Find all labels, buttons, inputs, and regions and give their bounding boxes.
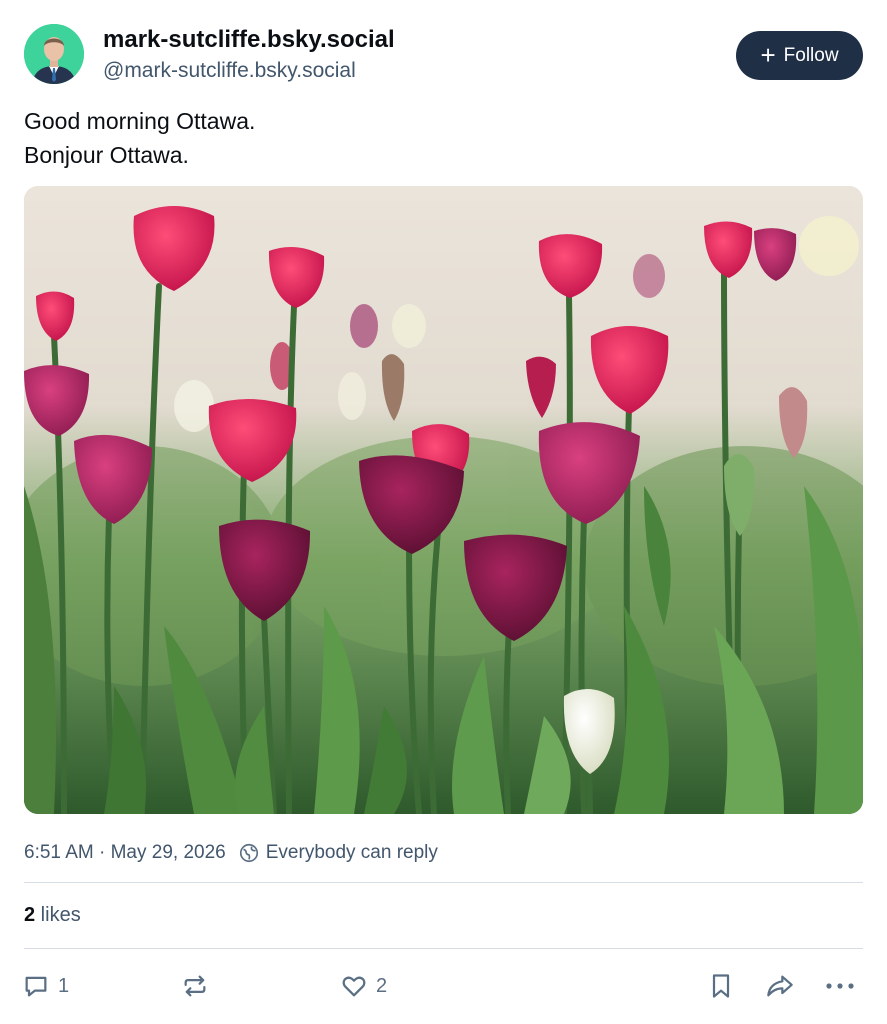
repost-icon [181,972,209,1000]
reply-button[interactable]: 1 [22,968,69,1004]
post-time[interactable]: 6:51 AM [24,842,94,864]
avatar[interactable] [24,24,84,84]
post-meta: 6:51 AM · May 29, 2026 Everybody can rep… [24,838,438,868]
repost-button[interactable] [181,968,217,1004]
share-icon [764,972,796,1000]
author-display-name[interactable]: mark-sutcliffe.bsky.social [103,24,395,56]
divider [24,882,863,883]
avatar-image [24,24,84,84]
likes-label: likes [35,904,81,926]
post-image[interactable] [24,186,863,814]
likes-number: 2 [24,904,36,926]
heart-icon [340,972,368,1000]
tulip-photo [24,186,863,814]
reply-count: 1 [58,974,70,997]
author-handle[interactable]: @mark-sutcliffe.bsky.social [103,56,356,86]
follow-button-label: Follow [783,44,839,66]
divider [24,948,863,949]
more-icon [824,972,856,1000]
post-text-line: Bonjour Ottawa. [24,142,189,168]
like-count: 2 [376,974,388,997]
post-text-line: Good morning Ottawa. [24,108,256,134]
bookmark-icon [707,972,735,1000]
likes-count[interactable]: 2 likes [24,900,81,930]
post-date[interactable]: May 29, 2026 [111,842,226,864]
post-text: Good morning Ottawa. Bonjour Ottawa. [24,104,255,172]
reply-setting: Everybody can reply [265,842,438,863]
comment-icon [22,972,50,1000]
share-button[interactable] [764,968,796,1004]
follow-button[interactable]: + Follow [736,31,863,80]
more-button[interactable] [824,968,856,1004]
plus-icon: + [760,39,776,70]
globe-icon [238,842,260,864]
meta-separator: · [93,842,111,863]
bookmark-button[interactable] [707,968,735,1004]
like-button[interactable]: 2 [340,968,387,1004]
